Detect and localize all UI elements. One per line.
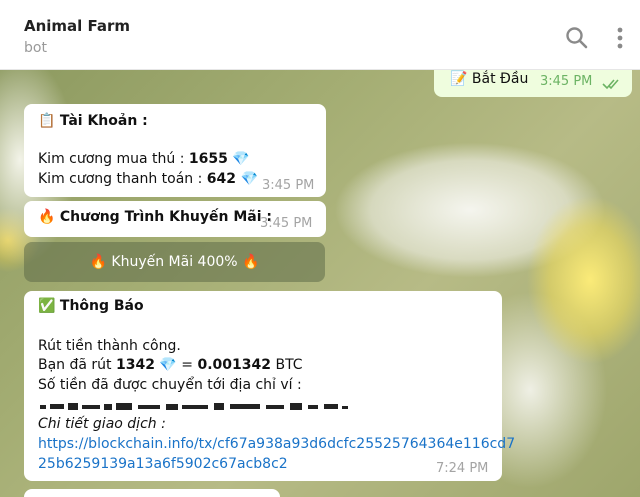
account-line2-value: 642 (206, 171, 236, 187)
account-line1-label: Kim cương mua thú : (38, 151, 189, 167)
notice-eq: = (176, 357, 198, 373)
gem-icon: 💎 (159, 357, 177, 373)
gem-icon: 💎 (232, 151, 250, 167)
redacted-wallet-address (40, 403, 348, 410)
promo-message[interactable]: 🔥 Chương Trình Khuyến Mãi : 3:45 PM (24, 201, 326, 237)
chat-title[interactable]: Animal Farm (24, 17, 130, 35)
notice-line1: Rút tiền thành công. (38, 338, 181, 354)
chat-subtitle: bot (24, 40, 47, 56)
check-box-icon: ✅ (38, 298, 56, 314)
next-message-partial[interactable] (24, 489, 280, 497)
withdrawal-notice-message[interactable]: ✅ Thông Báo Rút tiền thành công. Bạn đã … (24, 291, 515, 481)
search-icon[interactable] (564, 25, 590, 51)
gem-icon: 💎 (240, 171, 258, 187)
chat-header: Animal Farm bot (0, 0, 640, 70)
clipboard-icon: 📋 (38, 113, 56, 129)
read-double-check-icon (602, 79, 619, 90)
fire-icon: 🔥 (89, 254, 107, 270)
more-vertical-icon[interactable] (610, 25, 630, 51)
withdraw-btc: 0.001342 (197, 357, 272, 373)
account-title: Tài Khoản : (59, 113, 148, 129)
outgoing-text: Bắt Đầu (471, 71, 529, 87)
withdraw-amount: 1342 (116, 357, 155, 373)
notice-title: Thông Báo (59, 298, 144, 314)
fire-icon: 🔥 (38, 209, 56, 225)
fire-icon: 🔥 (242, 254, 260, 270)
notice-line2-prefix: Bạn đã rút (38, 357, 116, 373)
promo-button-label: Khuyến Mãi 400% (111, 254, 238, 270)
notice-line5: Chi tiết giao dịch : (38, 416, 166, 432)
outgoing-time: 3:45 PM (540, 74, 593, 89)
chat-area[interactable]: 📝 Bắt Đầu 3:45 PM 📋 Tài Khoản : Kim cươn… (0, 70, 640, 497)
btc-unit: BTC (271, 357, 303, 373)
promo-time: 3:45 PM (260, 216, 313, 231)
account-message[interactable]: 📋 Tài Khoản : Kim cương mua thú : 1655 💎… (24, 104, 326, 197)
outgoing-message[interactable]: 📝 Bắt Đầu 3:45 PM (434, 70, 632, 97)
memo-icon: 📝 (450, 71, 468, 87)
promo-400-button[interactable]: 🔥 Khuyến Mãi 400% 🔥 (24, 242, 325, 282)
transaction-link-line1[interactable]: https://blockchain.info/tx/cf67a938a93d6… (38, 436, 515, 452)
promo-title: Chương Trình Khuyến Mãi : (59, 209, 272, 225)
account-time: 3:45 PM (262, 178, 315, 193)
account-line1-value: 1655 (188, 151, 228, 167)
transaction-link-line2[interactable]: 25b6259139a13a6f5902c67acb8c2 (38, 456, 288, 472)
account-line2-label: Kim cương thanh toán : (38, 171, 207, 187)
notice-line3: Số tiền đã được chuyển tới địa chỉ ví : (38, 377, 302, 393)
notice-time: 7:24 PM (436, 461, 489, 476)
